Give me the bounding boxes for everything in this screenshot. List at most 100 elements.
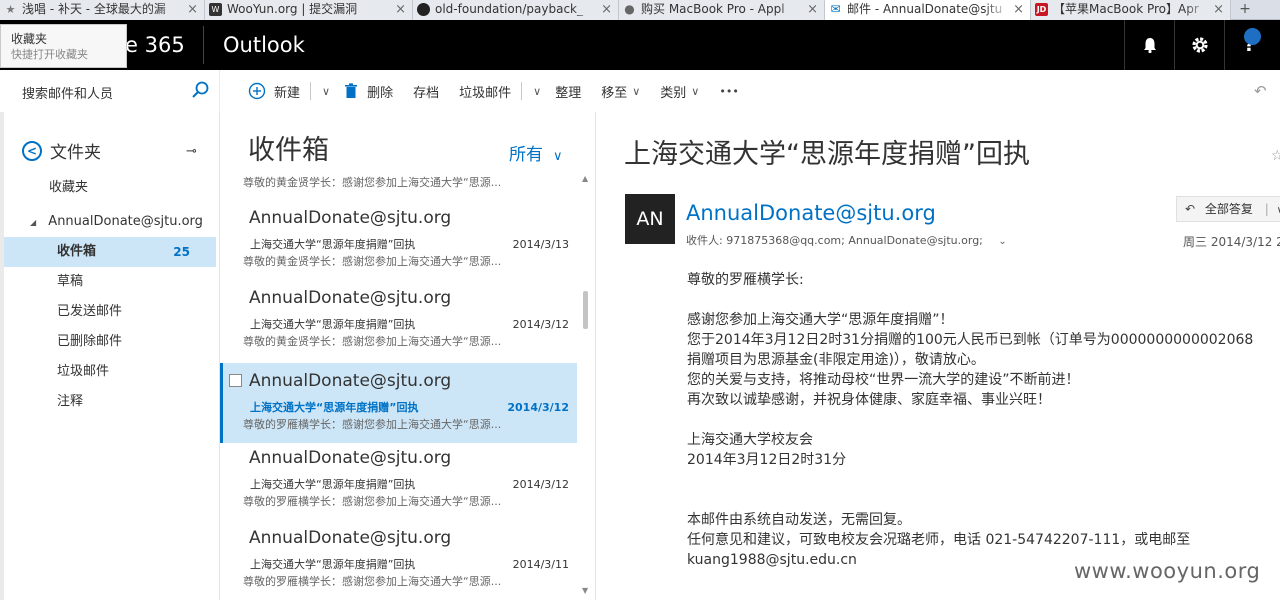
pin-icon[interactable]: ⊸ [186, 144, 197, 159]
notifications-button[interactable] [1124, 20, 1174, 70]
folder-label: 草稿 [57, 274, 84, 289]
categories-label: 类别 [660, 85, 687, 101]
message-item[interactable]: AnnualDonate@sjtu.org 上海交通大学“思源年度捐赠”回执 2… [220, 200, 577, 280]
sweep-label: 整理 [555, 85, 582, 101]
filter-dropdown[interactable]: 所有 ∨ [509, 140, 563, 165]
message-checkbox[interactable] [229, 374, 242, 387]
folder-label: 收件箱 [57, 244, 97, 259]
account-node[interactable]: ◢ AnnualDonate@sjtu.org [30, 214, 203, 229]
message-date: 2014/3/11 [512, 558, 569, 571]
message-sender: AnnualDonate@sjtu.org [249, 528, 452, 548]
browser-tab-outlook[interactable]: ✉ 邮件 - AnnualDonate@sjtu × [825, 0, 1031, 20]
inbox-title: 收件箱 [248, 135, 329, 166]
scroll-down-arrow-icon[interactable]: ▼ [582, 586, 588, 595]
apple-icon: ● [624, 2, 635, 16]
message-subject: 上海交通大学“思源年度捐赠”回执 [250, 318, 416, 331]
sender-address[interactable]: AnnualDonate@sjtu.org [686, 201, 936, 225]
plus-circle-icon [248, 82, 266, 100]
folder-inbox[interactable]: 收件箱 25 [4, 237, 216, 267]
chevron-down-icon[interactable]: ∨ [1277, 205, 1280, 216]
message-subject: 上海交通大学“思源年度捐赠”回执 [250, 558, 416, 571]
folder-label: 垃圾邮件 [57, 364, 110, 379]
categories-button[interactable]: 类别 ∨ [660, 70, 699, 112]
folder-junk[interactable]: 垃圾邮件 [4, 357, 216, 387]
office-365-brand[interactable]: e 365 [125, 33, 185, 57]
chevron-down-icon: ∨ [553, 149, 563, 164]
body-greeting: 尊敬的罗雁横学长: [687, 272, 804, 288]
bell-icon [1143, 38, 1156, 54]
favorites-popup[interactable]: 收藏夹 快捷打开收藏夹 [0, 24, 127, 68]
search-input[interactable]: 搜索邮件和人员 [22, 83, 113, 102]
email-date: 周三 2014/3/12 2 [1183, 235, 1280, 249]
settings-button[interactable] [1174, 20, 1224, 70]
close-tab-icon[interactable]: × [1213, 0, 1224, 19]
email-subject: 上海交通大学“思源年度捐赠”回执 [624, 139, 1030, 170]
favorites-popup-title: 收藏夹 [11, 32, 48, 46]
browser-tab-github[interactable]: old-foundation/payback_ × [413, 0, 619, 20]
help-button[interactable]: ? [1224, 20, 1274, 70]
outlook-app-name[interactable]: Outlook [223, 33, 305, 57]
account-name: AnnualDonate@sjtu.org [48, 214, 203, 229]
close-tab-icon[interactable]: × [807, 0, 818, 19]
browser-tab-apple[interactable]: ● 购买 MacBook Pro - Appl × [619, 0, 825, 20]
chevron-down-icon: ∨ [632, 84, 641, 98]
message-sender: AnnualDonate@sjtu.org [249, 448, 452, 468]
folder-drafts[interactable]: 草稿 [4, 267, 216, 297]
new-button[interactable]: 新建 ∨ [248, 70, 330, 112]
chevron-down-icon: ∨ [691, 84, 700, 98]
folder-sent[interactable]: 已发送邮件 [4, 297, 216, 327]
scrollbar-thumb[interactable] [583, 291, 588, 329]
archive-button[interactable]: 存档 [413, 70, 439, 112]
partial-message-preview[interactable]: 尊敬的黄金贤学长：感谢您参加上海交通大学“思源... [243, 174, 501, 190]
body-signature: 上海交通大学校友会 [687, 432, 813, 448]
favorites-folder[interactable]: 收藏夹 [49, 176, 88, 195]
tab-title: 【苹果MacBook Pro】Apr [1053, 2, 1199, 16]
junk-button[interactable]: 垃圾邮件 ∨ [459, 70, 541, 112]
folders-header[interactable]: < 文件夹 [22, 138, 101, 163]
unread-count: 25 [173, 245, 190, 259]
back-arrow-icon[interactable]: < [22, 140, 42, 161]
collapse-triangle-icon[interactable]: ◢ [30, 218, 36, 227]
browser-tab-wooyun[interactable]: W WooYun.org | 提交漏洞 × [205, 0, 413, 20]
close-tab-icon[interactable]: × [187, 0, 198, 19]
close-tab-icon[interactable]: × [1013, 0, 1024, 19]
message-item[interactable]: AnnualDonate@sjtu.org 上海交通大学“思源年度捐赠”回执 2… [220, 440, 577, 520]
message-sender: AnnualDonate@sjtu.org [249, 371, 452, 391]
new-tab-button[interactable]: + [1231, 0, 1259, 20]
move-to-button[interactable]: 移至 ∨ [601, 70, 640, 112]
browser-tab-strip: ★ 浅唱 - 补天 - 全球最大的漏 × W WooYun.org | 提交漏洞… [0, 0, 1280, 20]
message-item-selected[interactable]: AnnualDonate@sjtu.org 上海交通大学“思源年度捐赠”回执 2… [220, 363, 577, 443]
scroll-up-arrow-icon[interactable]: ▲ [582, 174, 588, 183]
tab-title: WooYun.org | 提交漏洞 [227, 2, 358, 16]
search-icon[interactable] [190, 80, 210, 100]
undo-icon[interactable]: ↶ [1254, 82, 1280, 100]
close-tab-icon[interactable]: × [601, 0, 612, 19]
archive-label: 存档 [413, 85, 440, 101]
sweep-button[interactable]: 整理 [555, 70, 581, 112]
body-signature-date: 2014年3月12日2时31分 [687, 452, 847, 468]
folder-pane: < 文件夹 ⊸ 收藏夹 ◢ AnnualDonate@sjtu.org 收件箱 … [0, 112, 220, 600]
message-item[interactable]: AnnualDonate@sjtu.org 上海交通大学“思源年度捐赠”回执 2… [220, 520, 577, 600]
email-body: 尊敬的罗雁横学长: 感谢您参加上海交通大学“思源年度捐赠”！ 您于2014年3月… [687, 270, 1280, 570]
expand-recipients-icon[interactable]: ⌄ [998, 236, 1006, 247]
tab-title: old-foundation/payback_ [435, 2, 583, 16]
body-line: 您于2014年3月12日2时31分捐赠的100元人民币已到帐（订单号为00000… [687, 332, 1254, 348]
chevron-down-icon[interactable]: ∨ [322, 85, 330, 98]
folder-notes[interactable]: 注释 [4, 387, 216, 417]
delete-button[interactable]: 删除 [344, 70, 393, 112]
recipients-line: 收件人: 971875368@qq.com; AnnualDonate@sjtu… [686, 232, 1007, 248]
recipients-text: 收件人: 971875368@qq.com; AnnualDonate@sjtu… [686, 234, 983, 247]
chevron-down-icon[interactable]: ∨ [533, 85, 541, 98]
more-actions-button[interactable]: ••• [719, 70, 738, 112]
search-box[interactable]: 搜索邮件和人员 [0, 70, 220, 112]
flag-icon[interactable]: ☆ [1271, 148, 1280, 164]
browser-tab-jd[interactable]: JD 【苹果MacBook Pro】Apr × [1031, 0, 1231, 20]
outlook-window: ★ 浅唱 - 补天 - 全球最大的漏 × W WooYun.org | 提交漏洞… [0, 0, 1280, 600]
avatar: AN [625, 194, 675, 244]
browser-tab-butian[interactable]: ★ 浅唱 - 补天 - 全球最大的漏 × [0, 0, 205, 20]
reply-all-button[interactable]: ↶ 全部答复 | ∨ [1176, 196, 1280, 222]
folder-deleted[interactable]: 已删除邮件 [4, 327, 216, 357]
body-line: 捐赠项目为思源基金(非限定用途)），敬请放心。 [687, 352, 985, 368]
close-tab-icon[interactable]: × [395, 0, 406, 19]
message-item[interactable]: AnnualDonate@sjtu.org 上海交通大学“思源年度捐赠”回执 2… [220, 280, 577, 360]
